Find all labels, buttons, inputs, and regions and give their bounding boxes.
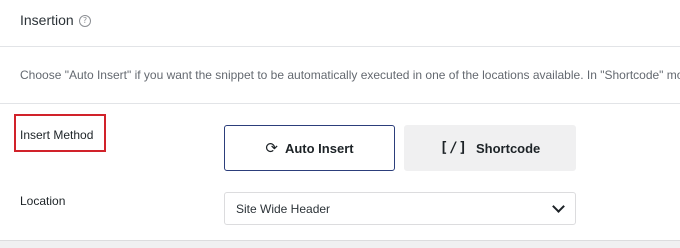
shortcode-button[interactable]: [/] Shortcode xyxy=(404,125,576,171)
section-description: Choose "Auto Insert" if you want the sni… xyxy=(20,68,680,82)
section-title: Insertion xyxy=(20,12,74,28)
shortcode-brackets-icon: [/] xyxy=(439,140,468,156)
auto-insert-label: Auto Insert xyxy=(284,140,354,156)
insertion-panel: Insertion ? Choose "Auto Insert" if you … xyxy=(0,0,680,241)
location-select[interactable]: Site Wide Header xyxy=(224,192,576,225)
shortcode-label: Shortcode xyxy=(476,140,541,156)
question-circle-icon[interactable]: ? xyxy=(79,15,91,27)
chevron-down-icon xyxy=(552,200,565,213)
panel-header: Insertion ? xyxy=(0,0,680,47)
location-select-value: Site Wide Header xyxy=(236,202,331,216)
refresh-icon: ⟳ xyxy=(265,139,278,157)
divider xyxy=(0,103,680,104)
insert-method-label: Insert Method xyxy=(20,128,94,142)
auto-insert-button[interactable]: ⟳ Auto Insert xyxy=(224,125,395,171)
location-label: Location xyxy=(20,194,66,208)
